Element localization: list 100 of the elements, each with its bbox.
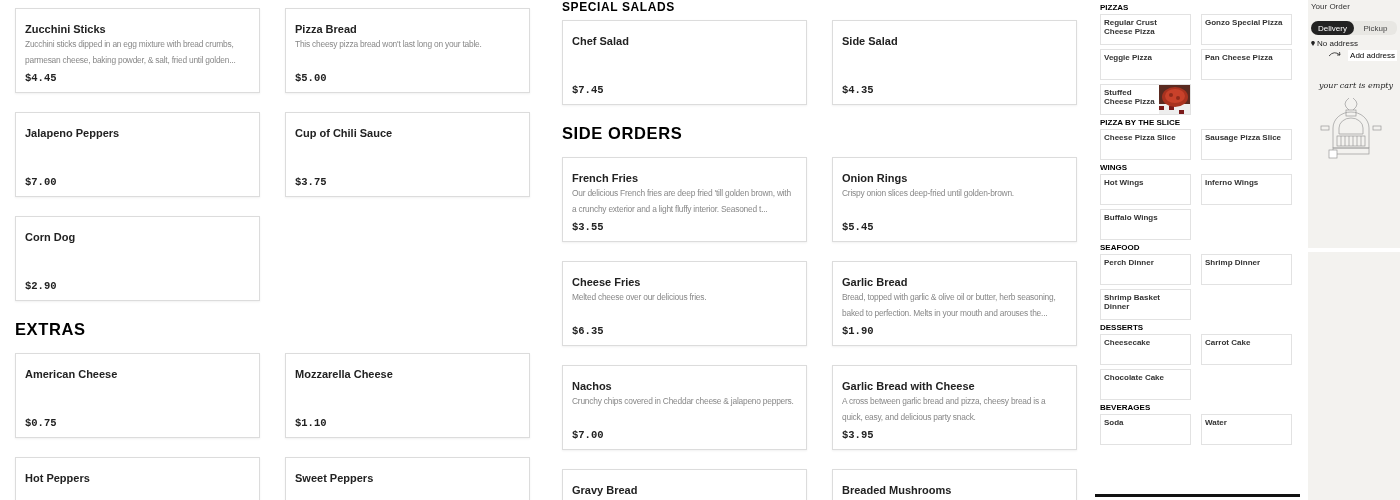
menu-item-card[interactable]: Regular Crust Cheese Pizza	[1100, 14, 1191, 45]
item-name: Gravy Bread	[572, 484, 639, 496]
item-description: Zucchini sticks dipped in an egg mixture with bread crumbs, parmesan cheese, baking powder, & salt, fried until golden...	[25, 38, 237, 67]
menu-item-card[interactable]: Stuffed Cheese Pizza	[1100, 84, 1191, 115]
item-price: $7.45	[572, 84, 605, 96]
menu-item-card[interactable]: Breaded Mushrooms	[832, 469, 1077, 500]
menu-item-card[interactable]: Jalapeno Peppers $7.00	[15, 112, 260, 197]
item-name: Onion Rings	[842, 172, 909, 184]
menu-item-card[interactable]: Chef Salad $7.45	[562, 20, 807, 105]
menu-item-card[interactable]: Corn Dog $2.90	[15, 216, 260, 301]
item-name: Regular Crust Cheese Pizza	[1104, 18, 1158, 38]
menu-item-card[interactable]: Gonzo Special Pizza	[1201, 14, 1292, 45]
item-description: This cheesy pizza bread won't last long on your table.	[295, 38, 483, 51]
menu-item-card[interactable]: Onion Rings Crispy onion slices deep-fried until golden-brown. $5.45	[832, 157, 1077, 242]
menu-item-card[interactable]: Pizza Bread This cheesy pizza bread won't last long on your table. $5.00	[285, 8, 530, 93]
menu-item-card[interactable]: Carrot Cake	[1201, 334, 1292, 365]
item-price: $4.35	[842, 84, 875, 96]
menu-item-card[interactable]: Veggie Pizza	[1100, 49, 1191, 80]
item-description: Bread, topped with garlic & olive oil or butter, herb seasoning, baked to perfection. Melts in your mouth and arouses the...	[842, 291, 1057, 320]
item-price: $3.75	[295, 176, 328, 188]
item-price: $0.75	[25, 417, 58, 429]
item-description: A cross between garlic bread and pizza, cheesy bread is a quick, easy, and delicious party snack.	[842, 395, 1047, 424]
item-name: Sweet Peppers	[295, 472, 375, 484]
item-name: French Fries	[572, 172, 640, 184]
item-name: Garlic Bread	[842, 276, 909, 288]
item-price: $4.45	[25, 72, 58, 84]
item-name: Cheese Fries	[572, 276, 642, 288]
item-name: Chef Salad	[572, 35, 630, 47]
menu-item-card[interactable]: Perch Dinner	[1100, 254, 1191, 285]
item-name: American Cheese	[25, 368, 119, 380]
item-name: Nachos	[572, 380, 613, 392]
item-price: $3.95	[842, 429, 875, 441]
menu-item-card[interactable]: Buffalo Wings	[1100, 209, 1191, 240]
item-name: Veggie Pizza	[1104, 53, 1153, 64]
item-name: Hot Wings	[1104, 178, 1144, 189]
menu-item-card[interactable]: Zucchini Sticks Zucchini sticks dipped in an egg mixture with bread crumbs, parmesan cheese, baking powder, & salt, fried until golden... $4.45	[15, 8, 260, 93]
curved-arrow-icon	[1328, 50, 1342, 58]
menu-item-card[interactable]: American Cheese $0.75	[15, 353, 260, 438]
item-name: Stuffed Cheese Pizza	[1104, 88, 1156, 108]
item-price: $3.55	[572, 221, 605, 233]
item-name: Garlic Bread with Cheese	[842, 380, 976, 392]
item-name: Breaded Mushrooms	[842, 484, 953, 496]
address-label: No address	[1317, 39, 1358, 48]
panel-title: Your Order	[1311, 2, 1351, 11]
item-name: Cheese Pizza Slice	[1104, 133, 1176, 144]
menu-item-card[interactable]: Gravy Bread	[562, 469, 807, 500]
menu-item-card[interactable]: Inferno Wings	[1201, 174, 1292, 205]
menu-item-card[interactable]: Side Salad $4.35	[832, 20, 1077, 105]
item-name: Carrot Cake	[1205, 338, 1251, 349]
menu-item-card[interactable]: Mozzarella Cheese $1.10	[285, 353, 530, 438]
menu-item-card[interactable]: Sausage Pizza Slice	[1201, 129, 1292, 160]
section-heading: SEAFOOD	[1100, 242, 1141, 254]
menu-item-card[interactable]: Hot Peppers	[15, 457, 260, 500]
menu-item-card[interactable]: Water	[1201, 414, 1292, 445]
item-name: Shrimp Dinner	[1205, 258, 1261, 269]
item-name: Side Salad	[842, 35, 899, 47]
menu-item-card[interactable]: Pan Cheese Pizza	[1201, 49, 1292, 80]
menu-item-card[interactable]: Cheese Pizza Slice	[1100, 129, 1191, 160]
item-name: Corn Dog	[25, 231, 77, 243]
item-name: Jalapeno Peppers	[25, 127, 121, 139]
menu-item-card[interactable]: Sweet Peppers	[285, 457, 530, 500]
item-price: $7.00	[25, 176, 58, 188]
item-price: $5.45	[842, 221, 875, 233]
item-description: Our delicious French fries are deep fried 'till golden brown, with a crunchy exterior and a light fluffy interior. Seasoned t...	[572, 187, 792, 216]
location-pin-icon	[1311, 41, 1315, 46]
item-price: $5.00	[295, 72, 328, 84]
item-name: Chocolate Cake	[1104, 373, 1165, 384]
item-name: Cup of Chili Sauce	[295, 127, 394, 139]
pizza-oven-drawing	[1319, 98, 1383, 160]
item-name: Mozzarella Cheese	[295, 368, 394, 380]
item-price: $6.35	[572, 325, 605, 337]
section-heading: DESSERTS	[1100, 322, 1145, 334]
section-heading: BEVERAGES	[1100, 402, 1152, 414]
menu-item-card[interactable]: Shrimp Basket Dinner	[1100, 289, 1191, 320]
item-name: Perch Dinner	[1104, 258, 1154, 269]
menu-item-card[interactable]: French Fries Our delicious French fries are deep fried 'till golden brown, with a crunchy exterior and a light fluffy interior. Seasoned t... $3.55	[562, 157, 807, 242]
item-description: Crunchy chips covered in Cheddar cheese & jalapeno peppers.	[572, 395, 795, 408]
add-address-button[interactable]: Add address	[1348, 50, 1397, 61]
menu-item-card[interactable]: Hot Wings	[1100, 174, 1191, 205]
menu-item-card[interactable]: Garlic Bread Bread, topped with garlic & olive oil or butter, herb seasoning, baked to perfection. Melts in your mouth and arouses the... $1.90	[832, 261, 1077, 346]
menu-item-card[interactable]: Cup of Chili Sauce $3.75	[285, 112, 530, 197]
menu-item-card[interactable]: Soda	[1100, 414, 1191, 445]
menu-item-card[interactable]: Nachos Crunchy chips covered in Cheddar cheese & jalapeno peppers. $7.00	[562, 365, 807, 450]
menu-item-card[interactable]: Chocolate Cake	[1100, 369, 1191, 400]
menu-item-card[interactable]: Garlic Bread with Cheese A cross between garlic bread and pizza, cheesy bread is a quick, easy, and delicious party snack. $3.95	[832, 365, 1077, 450]
item-price: $2.90	[25, 280, 58, 292]
item-name: Shrimp Basket Dinner	[1104, 293, 1162, 313]
menu-item-card[interactable]: Cheesecake	[1100, 334, 1191, 365]
menu-item-card[interactable]: Cheese Fries Melted cheese over our delicious fries. $6.35	[562, 261, 807, 346]
order-mode-tab[interactable]: Delivery	[1311, 21, 1354, 35]
menu-item-card[interactable]: Shrimp Dinner	[1201, 254, 1292, 285]
item-description: Melted cheese over our delicious fries.	[572, 291, 708, 304]
item-name: Cheesecake	[1104, 338, 1151, 349]
item-name: Hot Peppers	[25, 472, 91, 484]
item-price: $7.00	[572, 429, 605, 441]
empty-cart-note: your cart is empty	[1319, 81, 1395, 90]
item-name: Water	[1205, 418, 1227, 429]
order-mode-tab[interactable]: Pickup	[1354, 21, 1397, 35]
item-name: Soda	[1104, 418, 1124, 429]
item-price: $1.90	[842, 325, 875, 337]
